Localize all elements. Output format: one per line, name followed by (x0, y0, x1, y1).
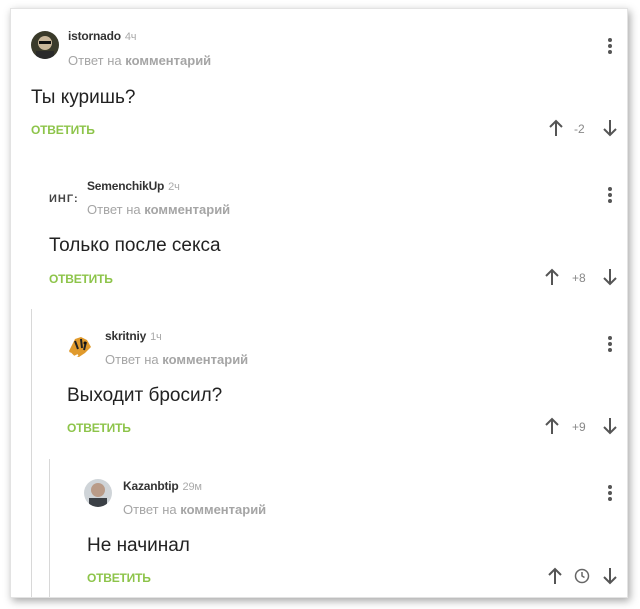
upvote-icon[interactable] (545, 268, 559, 291)
downvote-icon[interactable] (603, 119, 617, 142)
more-menu-icon[interactable] (607, 485, 613, 503)
comment-time: 1ч (150, 331, 162, 343)
comment-text: Выходит бросил? (67, 385, 223, 406)
upvote-icon[interactable] (545, 417, 559, 440)
reply-button[interactable]: ОТВЕТИТЬ (87, 571, 151, 585)
avatar[interactable] (31, 31, 59, 59)
downvote-icon[interactable] (603, 567, 617, 590)
username[interactable]: skritniy 1ч (105, 329, 162, 343)
comment-4: Kazanbtip 29м Ответ на комментарий Не нач… (11, 459, 627, 597)
rating-value: -2 (574, 122, 585, 136)
reply-to-link[interactable]: Ответ на комментарий (68, 53, 211, 68)
comment-3: skritniy 1ч Ответ на комментарий Выходит … (11, 309, 627, 459)
reply-to-link[interactable]: Ответ на комментарий (87, 202, 230, 217)
avatar[interactable] (84, 479, 112, 507)
clock-icon (574, 568, 590, 589)
downvote-icon[interactable] (603, 417, 617, 440)
username[interactable]: SemenchikUp 2ч (87, 179, 180, 193)
downvote-icon[interactable] (603, 268, 617, 291)
comment-2: ИНГ: SemenchikUp 2ч Ответ на комментарий … (11, 159, 627, 309)
reply-to-link[interactable]: Ответ на комментарий (123, 502, 266, 517)
comments-panel: istornado 4ч Ответ на комментарий Ты кури… (10, 8, 628, 598)
upvote-icon[interactable] (549, 119, 563, 142)
reply-button[interactable]: ОТВЕТИТЬ (67, 421, 131, 435)
tiger-avatar-icon (69, 337, 91, 359)
reply-button[interactable]: ОТВЕТИТЬ (31, 123, 95, 137)
avatar[interactable] (65, 331, 93, 359)
avatar[interactable]: ИНГ: (49, 193, 79, 205)
comment-time: 2ч (168, 181, 180, 193)
comment-text: Только после секса (49, 235, 221, 256)
more-menu-icon[interactable] (607, 336, 613, 354)
user-avatar-icon (84, 479, 112, 507)
more-menu-icon[interactable] (607, 38, 613, 56)
reply-button[interactable]: ОТВЕТИТЬ (49, 272, 113, 286)
more-menu-icon[interactable] (607, 187, 613, 205)
comment-text: Не начинал (87, 535, 190, 556)
upvote-icon[interactable] (548, 567, 562, 590)
comment-text: Ты куришь? (31, 87, 136, 108)
reply-to-link[interactable]: Ответ на комментарий (105, 352, 248, 367)
comment-time: 29м (182, 481, 202, 493)
user-avatar-icon (31, 31, 59, 59)
rating-value: +9 (572, 420, 586, 434)
rating-value: +8 (572, 271, 586, 285)
comment-1: istornado 4ч Ответ на комментарий Ты кури… (11, 9, 627, 159)
username[interactable]: Kazanbtip 29м (123, 479, 202, 493)
comment-time: 4ч (124, 31, 137, 43)
username[interactable]: istornado 4ч (68, 29, 137, 43)
